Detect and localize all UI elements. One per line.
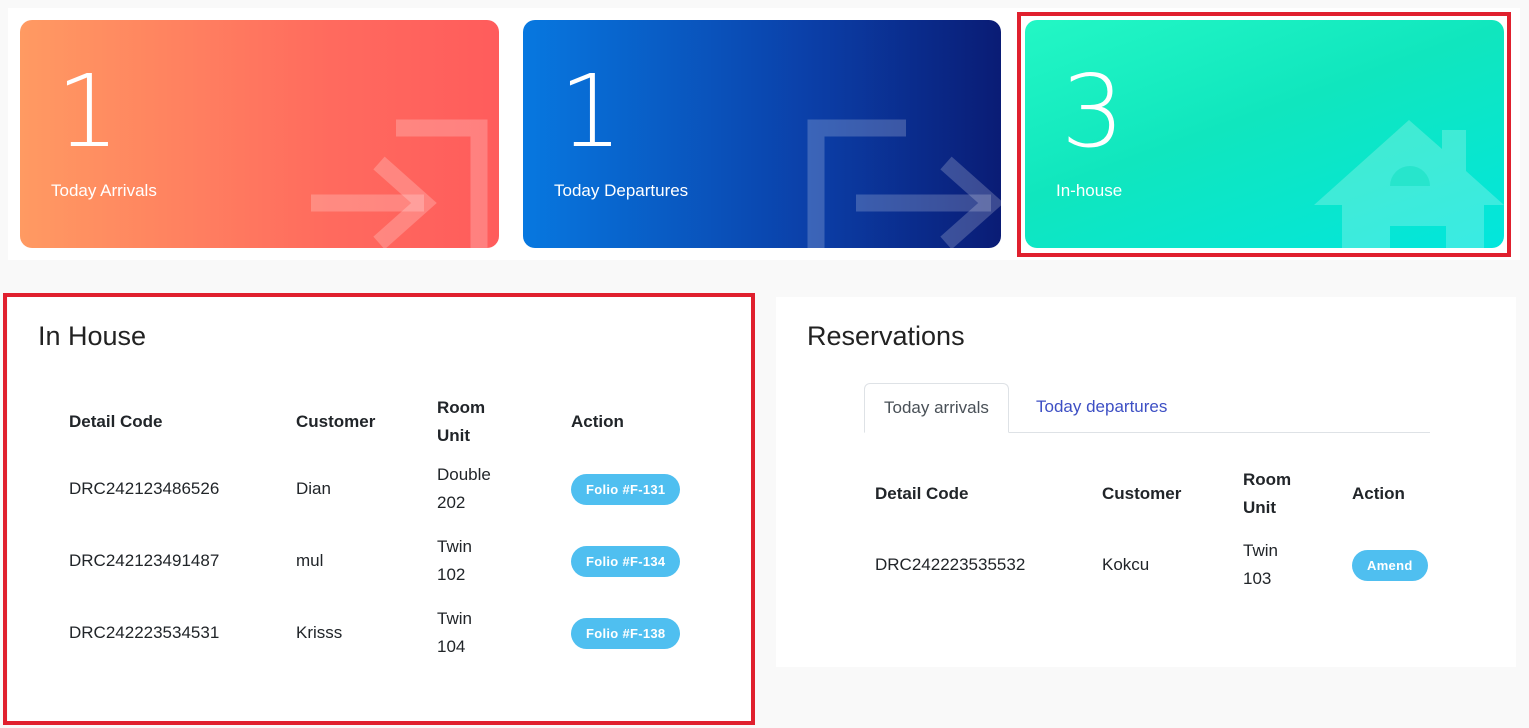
folio-button[interactable]: Folio #F-131 bbox=[571, 473, 681, 505]
arrivals-count: 1 bbox=[56, 53, 120, 170]
room-unit-cell: Double 202 bbox=[437, 465, 491, 512]
house-icon bbox=[1314, 120, 1504, 248]
inhouse-label: In-house bbox=[1056, 181, 1123, 200]
in-house-title: In House bbox=[38, 321, 147, 351]
customer-cell: Krisss bbox=[296, 623, 343, 642]
inhouse-count: 3 bbox=[1061, 53, 1125, 170]
header-room-unit: Room Unit bbox=[437, 398, 486, 445]
folio-button[interactable]: Folio #F-134 bbox=[571, 545, 681, 577]
header-room-unit: Room Unit bbox=[1243, 470, 1292, 517]
amend-button[interactable]: Amend bbox=[1352, 549, 1428, 581]
room-unit-cell: Twin 104 bbox=[437, 609, 472, 656]
in-house-table: Detail Code Customer Room Unit Action DRC… bbox=[69, 391, 701, 669]
action-cell: Folio #F-134 bbox=[571, 525, 701, 597]
arrow-in-icon bbox=[311, 119, 488, 248]
reservations-table: Detail Code Customer Room Unit Action DRC… bbox=[875, 463, 1452, 605]
action-cell: Amend bbox=[1352, 525, 1452, 605]
tab-today-departures[interactable]: Today departures bbox=[1017, 383, 1186, 433]
tab-today-arrivals[interactable]: Today arrivals bbox=[864, 383, 1009, 433]
folio-button[interactable]: Folio #F-138 bbox=[571, 617, 681, 649]
detail-code-cell: DRC242123491487 bbox=[69, 551, 220, 570]
action-cell: Folio #F-138 bbox=[571, 597, 701, 669]
header-detail-code: Detail Code bbox=[875, 484, 969, 503]
table-row: DRC242123486526 Dian Double 202 Folio #F-… bbox=[69, 453, 701, 525]
arrow-out-icon bbox=[807, 119, 1001, 248]
detail-code-cell: DRC242223535532 bbox=[875, 555, 1026, 574]
table-row: DRC242223535532 Kokcu Twin 103 Amend bbox=[875, 525, 1452, 605]
table-row: DRC242223534531 Krisss Twin 104 Folio #F-… bbox=[69, 597, 701, 669]
table-row: DRC242123491487 mul Twin 102 Folio #F-134 bbox=[69, 525, 701, 597]
in-house-panel: In House Detail Code Customer Room Unit A… bbox=[8, 297, 751, 724]
reservations-panel: Reservations Today arrivals Today depart… bbox=[776, 297, 1516, 667]
header-customer: Customer bbox=[296, 412, 376, 431]
detail-code-cell: DRC242223534531 bbox=[69, 623, 220, 642]
action-cell: Folio #F-131 bbox=[571, 453, 701, 525]
reservations-header-row: Detail Code Customer Room Unit Action bbox=[875, 463, 1452, 525]
header-detail-code: Detail Code bbox=[69, 412, 163, 431]
today-arrivals-card[interactable]: 1 Today Arrivals bbox=[20, 20, 499, 248]
today-departures-card[interactable]: 1 Today Departures bbox=[523, 20, 1001, 248]
arrivals-label: Today Arrivals bbox=[51, 181, 157, 200]
header-action: Action bbox=[571, 412, 624, 431]
departures-count: 1 bbox=[559, 53, 623, 170]
header-action: Action bbox=[1352, 484, 1405, 503]
detail-code-cell: DRC242123486526 bbox=[69, 479, 220, 498]
room-unit-cell: Twin 102 bbox=[437, 537, 472, 584]
customer-cell: mul bbox=[296, 551, 324, 570]
customer-cell: Kokcu bbox=[1102, 555, 1150, 574]
customer-cell: Dian bbox=[296, 479, 331, 498]
reservations-tabs: Today arrivals Today departures bbox=[864, 383, 1430, 433]
reservations-title: Reservations bbox=[807, 321, 965, 351]
room-unit-cell: Twin 103 bbox=[1243, 541, 1278, 588]
header-customer: Customer bbox=[1102, 484, 1182, 503]
in-house-card[interactable]: 3 In-house bbox=[1025, 20, 1504, 248]
in-house-header-row: Detail Code Customer Room Unit Action bbox=[69, 391, 701, 453]
departures-label: Today Departures bbox=[554, 181, 689, 200]
